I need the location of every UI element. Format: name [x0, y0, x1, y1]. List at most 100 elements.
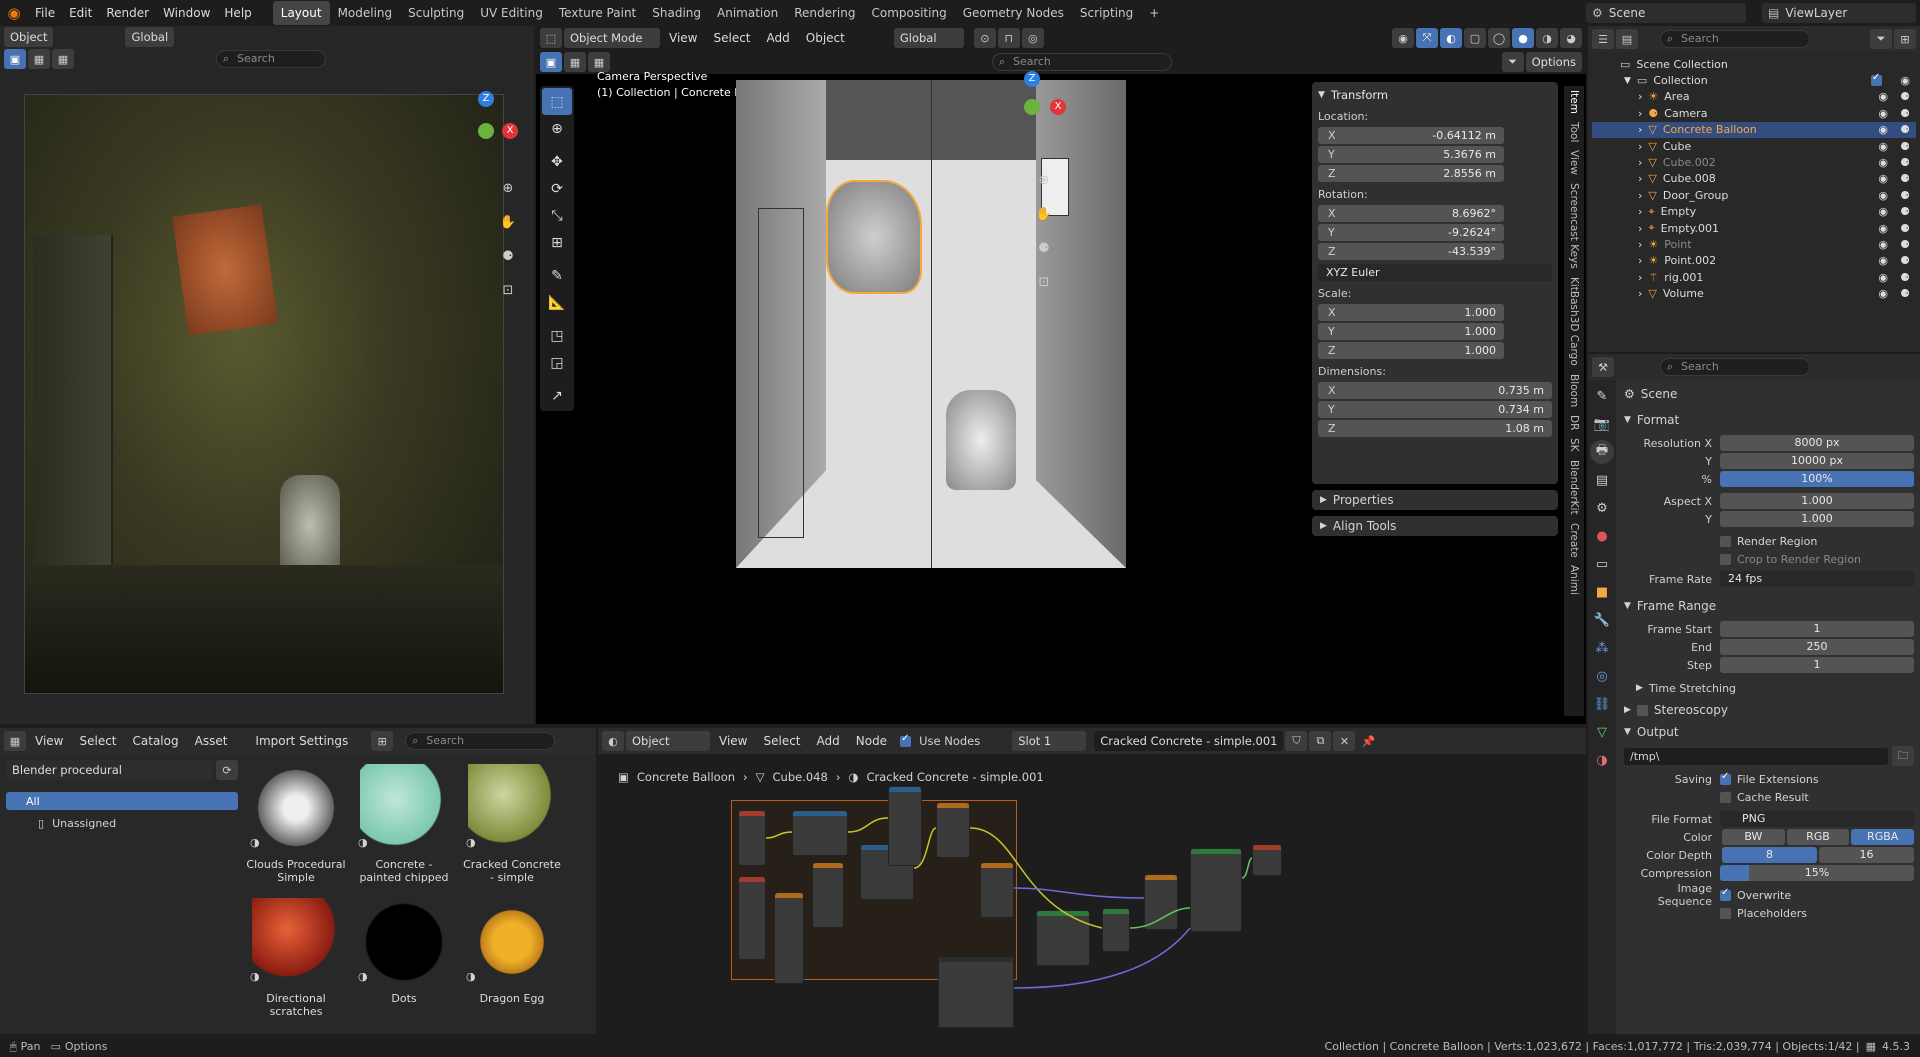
eye-icon[interactable]: ◉	[1878, 271, 1888, 284]
tab-compositing[interactable]: Compositing	[863, 1, 954, 25]
folder-icon[interactable]: 🗀	[1892, 746, 1914, 766]
collapse-arrow-icon[interactable]: ▼	[1318, 90, 1325, 100]
location-x-field[interactable]: X -0.64112 m	[1318, 127, 1504, 144]
asset-search-input[interactable]: Search	[405, 732, 556, 750]
node-menu-add[interactable]: Add	[810, 730, 847, 752]
scene-collection-row[interactable]: ▭ Scene Collection	[1592, 56, 1916, 72]
tab-dr[interactable]: DR	[1568, 415, 1580, 430]
node-mix[interactable]	[936, 802, 970, 858]
cache-result-checkbox[interactable]	[1720, 791, 1731, 803]
eye-icon[interactable]: ◉	[1878, 238, 1888, 251]
asset-item[interactable]: ◑ Dots	[354, 898, 454, 1005]
menu-help[interactable]: Help	[217, 2, 258, 24]
outliner-row[interactable]: › ⚚ rig.001 ◉ ⚈	[1592, 269, 1916, 285]
collection-row[interactable]: ▼ ▭ Collection ◉	[1592, 72, 1916, 88]
outliner-row[interactable]: › ▽ Cube.002 ◉ ⚈	[1592, 154, 1916, 170]
output-panel-header[interactable]: ▼ Output	[1624, 722, 1914, 742]
tab-item[interactable]: Item	[1568, 90, 1580, 114]
expand-arrow-icon[interactable]: ›	[1638, 123, 1642, 136]
cursor-tool-icon[interactable]: ⊕	[542, 115, 572, 142]
physics-tab-icon[interactable]: ◎	[1590, 664, 1614, 688]
outliner-row[interactable]: › ⌖ Empty ◉ ⚈	[1592, 204, 1916, 220]
node-noise-a[interactable]	[774, 892, 804, 984]
compression-slider[interactable]: 15%	[1720, 865, 1914, 881]
main-search-input[interactable]: Search	[992, 53, 1172, 71]
orientation-select[interactable]: Global	[893, 28, 964, 48]
slot-select[interactable]: Slot 1	[1012, 731, 1087, 751]
resolution-x-field[interactable]: 8000 px	[1720, 435, 1914, 451]
stereoscopy-header[interactable]: ▶ Stereoscopy	[1624, 700, 1914, 720]
left-nav-gizmo[interactable]: Z X	[436, 91, 518, 171]
node-texcoord[interactable]	[738, 810, 766, 866]
render-camera-icon[interactable]: ⚈	[1900, 287, 1910, 300]
tab-geometry-nodes[interactable]: Geometry Nodes	[955, 1, 1072, 25]
tab-shading[interactable]: Shading	[644, 1, 709, 25]
render-camera-icon[interactable]: ⚈	[1900, 172, 1910, 185]
color-rgba-button[interactable]: RGBA	[1851, 829, 1915, 845]
time-stretching-header[interactable]: ▶ Time Stretching	[1636, 678, 1914, 698]
pivot-icon[interactable]: ⊙	[973, 28, 996, 48]
tool-tab-icon[interactable]: ✎	[1590, 384, 1614, 408]
outliner-row[interactable]: › ▽ Cube ◉ ⚈	[1592, 138, 1916, 154]
node-mix-shader[interactable]	[1102, 908, 1130, 952]
left-z-axis-icon[interactable]: Z	[478, 91, 494, 107]
new-collection-icon[interactable]: ⊞	[1894, 29, 1916, 49]
world-tab-icon[interactable]: ●	[1590, 524, 1614, 548]
node-voronoi[interactable]	[792, 810, 848, 856]
aspect-y-field[interactable]: 1.000	[1720, 511, 1914, 527]
menu-file[interactable]: File	[28, 2, 62, 24]
expand-arrow-icon[interactable]: ›	[1638, 287, 1642, 300]
transform-tool-icon[interactable]: ⊞	[542, 229, 572, 256]
node-group[interactable]	[1036, 910, 1090, 966]
tab-bloom[interactable]: Bloom	[1568, 374, 1580, 407]
render-camera-icon[interactable]: ⚈	[1900, 123, 1910, 136]
menu-render[interactable]: Render	[99, 2, 156, 24]
tab-rendering[interactable]: Rendering	[786, 1, 863, 25]
depth-16-button[interactable]: 16	[1819, 847, 1914, 863]
tab-kitbash3d[interactable]: KitBash3D Cargo	[1568, 277, 1580, 366]
expand-arrow-icon[interactable]: ›	[1638, 156, 1642, 169]
frame-start-field[interactable]: 1	[1720, 621, 1914, 637]
use-nodes-checkbox[interactable]	[900, 733, 912, 747]
asset-item[interactable]: ◑ Clouds Procedural Simple	[246, 764, 346, 884]
tab-tool[interactable]: Tool	[1568, 122, 1580, 142]
eye-icon[interactable]: ◉	[1878, 140, 1888, 153]
blender-logo-icon[interactable]: ◉	[0, 4, 28, 22]
select-box-icon[interactable]: ▣	[4, 49, 26, 69]
render-camera-icon[interactable]: ⚈	[1900, 107, 1910, 120]
resolution-y-field[interactable]: 10000 px	[1720, 453, 1914, 469]
unlink-material-icon[interactable]: ✕	[1333, 731, 1356, 751]
depth-8-button[interactable]: 8	[1722, 847, 1817, 863]
expand-arrow-icon[interactable]: ›	[1638, 271, 1642, 284]
fake-user-icon[interactable]: ⛉	[1285, 731, 1308, 751]
location-y-field[interactable]: Y 5.3676 m	[1318, 146, 1504, 163]
expand-arrow-icon[interactable]: ▼	[1624, 76, 1631, 86]
material-select[interactable]: Cracked Concrete - simple.001	[1094, 731, 1284, 751]
node-noise-b[interactable]	[812, 862, 844, 928]
display-mode-icon[interactable]: ▤	[1616, 29, 1638, 49]
transform-title[interactable]: Transform	[1331, 88, 1388, 102]
placeholders-checkbox[interactable]	[1720, 907, 1731, 919]
overlay-icon[interactable]: ◐	[1440, 28, 1462, 48]
add-workspace-icon[interactable]: +	[1141, 1, 1167, 25]
rotation-z-field[interactable]: Z -43.539°	[1318, 243, 1504, 260]
duplicate-material-icon[interactable]: ⧉	[1309, 731, 1332, 751]
outliner-filter-icon[interactable]: ⏷	[1870, 29, 1892, 49]
node-menu-select[interactable]: Select	[756, 730, 807, 752]
catalog-unassigned[interactable]: ▯ Unassigned	[6, 814, 238, 832]
outliner-row[interactable]: › ▽ Door_Group ◉ ⚈	[1592, 187, 1916, 203]
lock-icon[interactable]: ⊡	[496, 278, 520, 302]
scale-z-field[interactable]: Z 1.000	[1318, 342, 1504, 359]
node-material-output[interactable]	[1252, 844, 1282, 876]
object-tab-icon[interactable]: ■	[1590, 580, 1614, 604]
eye-icon[interactable]: ◉	[1878, 156, 1888, 169]
eye-icon[interactable]: ◉	[1878, 90, 1888, 103]
expand-arrow-icon[interactable]: ›	[1638, 222, 1642, 235]
expand-arrow-icon[interactable]: ›	[1638, 107, 1642, 120]
location-z-field[interactable]: Z 2.8556 m	[1318, 165, 1504, 182]
asset-item[interactable]: ◑ Cracked Concrete - simple	[462, 764, 562, 884]
asset-menu-catalog[interactable]: Catalog	[126, 730, 186, 752]
properties-editor-icon[interactable]: ⚒	[1592, 357, 1614, 377]
tab-animation[interactable]: Animation	[709, 1, 786, 25]
left-y-axis-icon[interactable]	[478, 123, 494, 139]
